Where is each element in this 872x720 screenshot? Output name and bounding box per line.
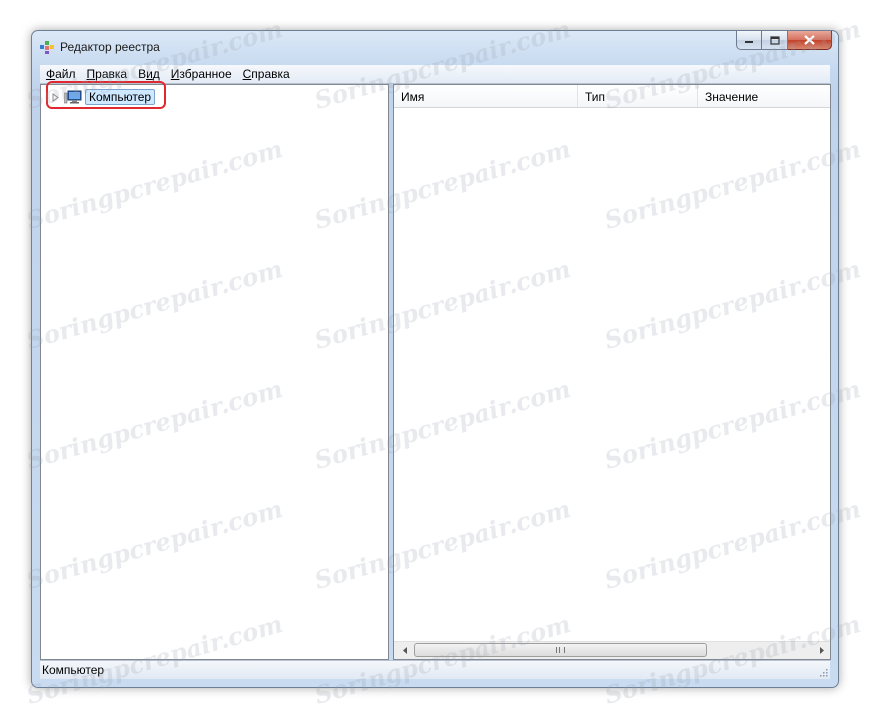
column-header-name[interactable]: Имя	[394, 85, 578, 107]
minimize-icon	[745, 41, 753, 43]
close-icon	[804, 35, 815, 45]
tree-pane[interactable]: Компьютер	[40, 84, 389, 660]
scroll-left-icon	[402, 647, 407, 654]
menu-favorites[interactable]: Избранное	[165, 65, 237, 83]
column-headers: Имя Тип Значение	[394, 85, 830, 108]
maximize-icon	[769, 35, 780, 45]
status-text: Компьютер	[42, 663, 105, 677]
values-pane[interactable]: Имя Тип Значение	[393, 84, 831, 660]
size-grip-icon[interactable]	[818, 667, 828, 677]
title-bar[interactable]: Редактор реестра	[32, 31, 838, 65]
caption-buttons	[736, 31, 832, 51]
status-bar: Компьютер	[40, 660, 830, 679]
window-title: Редактор реестра	[60, 40, 160, 54]
close-button[interactable]	[788, 31, 832, 50]
column-header-value[interactable]: Значение	[698, 85, 830, 107]
minimize-button[interactable]	[736, 31, 762, 50]
scroll-left-button[interactable]	[396, 642, 413, 659]
highlight-annotation	[46, 81, 166, 109]
horizontal-scrollbar[interactable]	[394, 641, 830, 659]
column-header-type[interactable]: Тип	[578, 85, 698, 107]
scrollbar-thumb[interactable]	[414, 643, 707, 657]
scroll-right-button[interactable]	[813, 642, 830, 659]
scrollbar-grip	[556, 647, 565, 653]
registry-editor-window: Редактор реестра Файл Правка Вид Избранн…	[31, 30, 839, 688]
maximize-button[interactable]	[762, 31, 788, 50]
menu-help[interactable]: Справка	[237, 65, 295, 83]
scroll-right-icon	[819, 647, 824, 654]
registry-editor-icon	[40, 41, 54, 54]
